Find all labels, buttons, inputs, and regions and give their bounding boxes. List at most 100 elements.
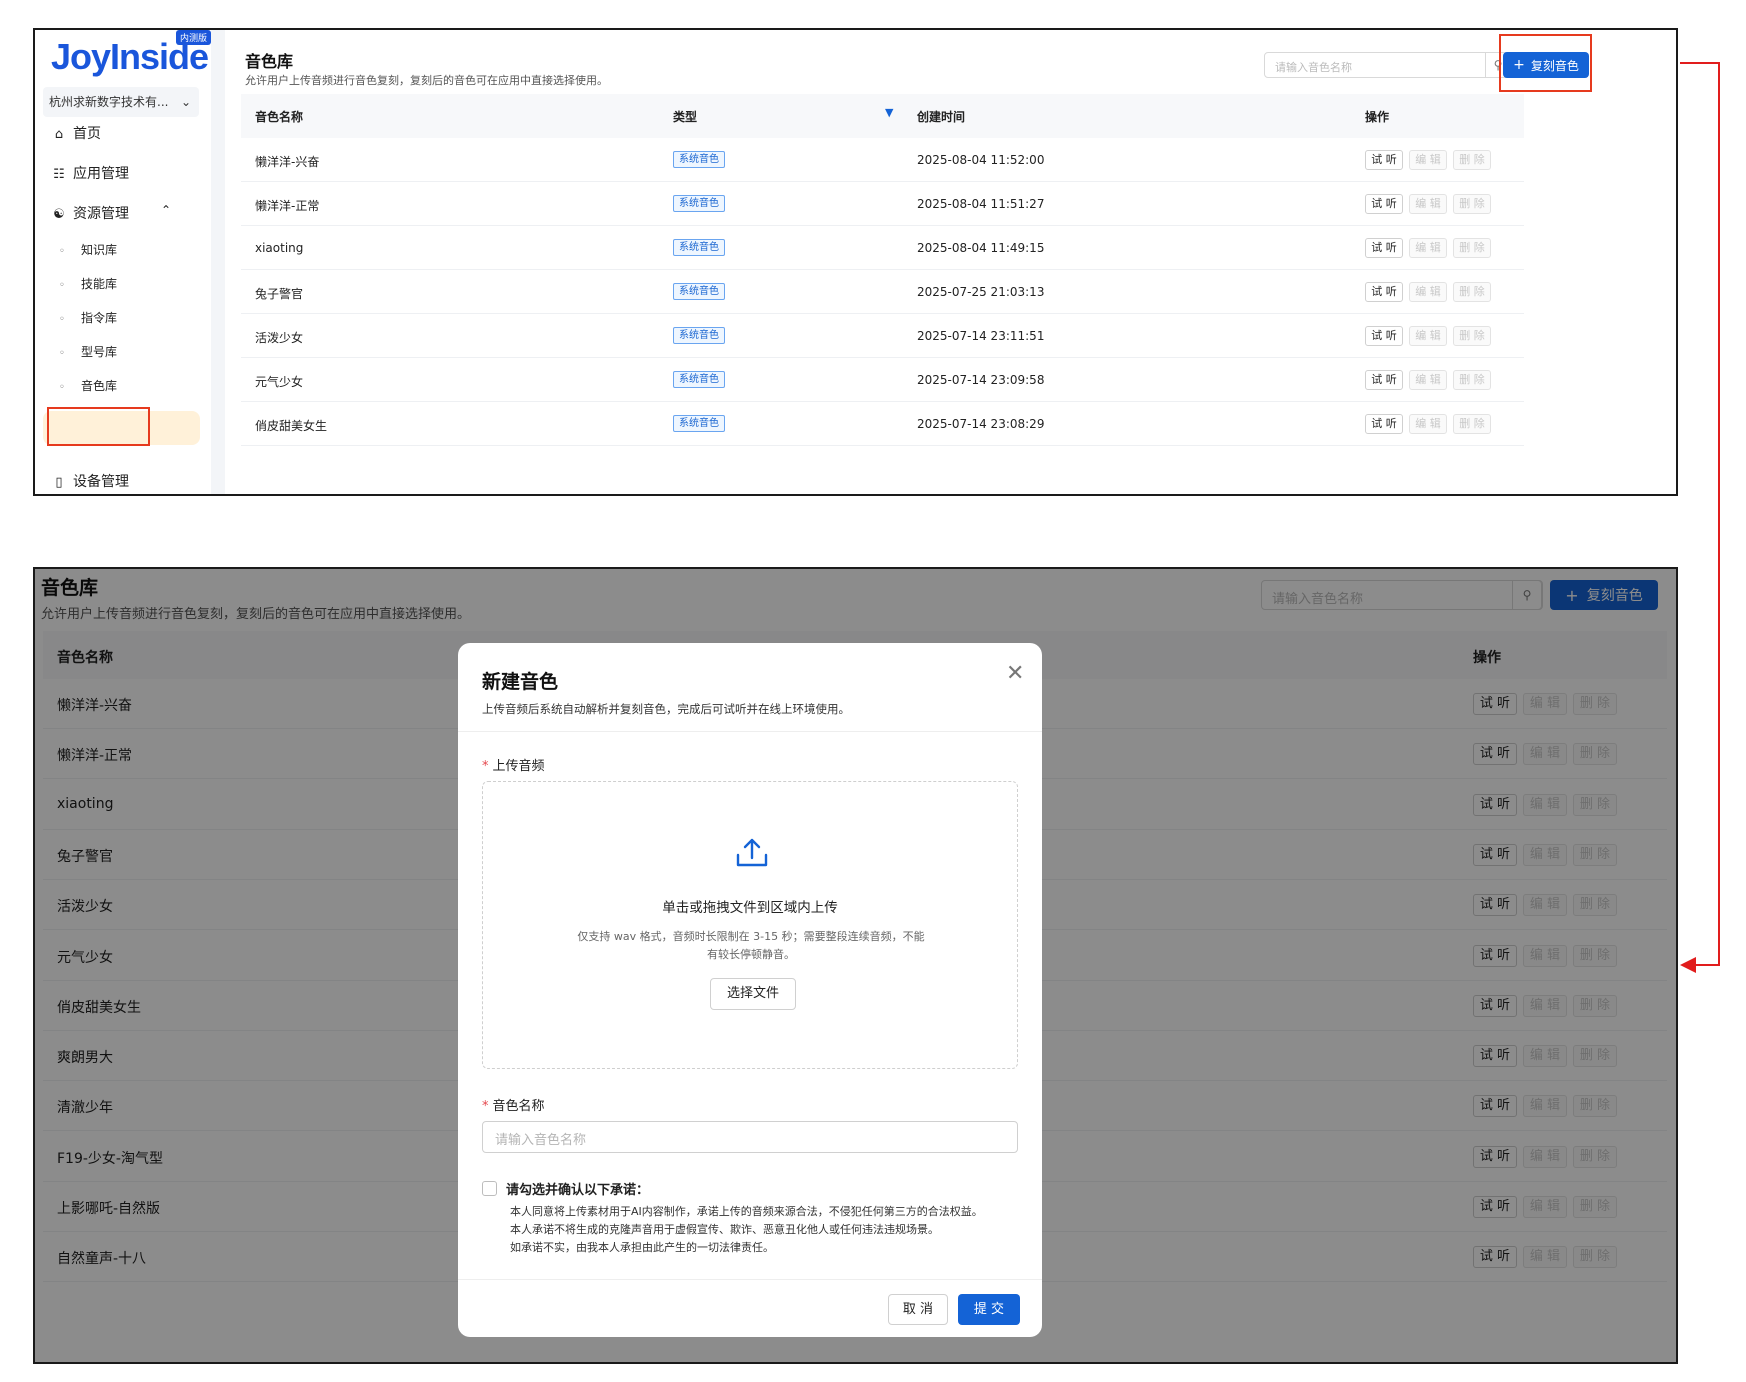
submit-button[interactable]: 提 交 <box>958 1294 1020 1325</box>
listen-button[interactable]: 试 听 <box>1365 194 1403 214</box>
col-created: 创建时间 <box>917 110 966 124</box>
table-row: 俏皮甜美女生 系统音色 2025-07-14 23:08:29 试 听 编 辑 … <box>241 402 1524 446</box>
edit-button[interactable]: 编 辑 <box>1409 326 1447 346</box>
highlight-box-voices <box>47 407 150 446</box>
close-icon[interactable]: ✕ <box>1006 661 1024 686</box>
delete-button[interactable]: 删 除 <box>1453 326 1491 346</box>
type-badge: 系统音色 <box>673 195 725 212</box>
delete-button[interactable]: 删 除 <box>1453 414 1491 434</box>
edit-button[interactable]: 编 辑 <box>1409 414 1447 434</box>
nav-resources-label: 资源管理 <box>73 206 129 222</box>
sidebar-item-commands[interactable]: ◦ 指令库 <box>59 309 117 326</box>
created-time: 2025-07-14 23:09:58 <box>917 373 1045 387</box>
sidebar-item-voices[interactable]: ◦ 音色库 <box>59 377 117 394</box>
arrow-head-icon <box>1680 957 1696 973</box>
voice-name: 俏皮甜美女生 <box>255 419 328 433</box>
listen-button[interactable]: 试 听 <box>1365 238 1403 258</box>
bullet-icon: ◦ <box>59 280 65 291</box>
voice-name: 元气少女 <box>255 375 304 389</box>
table-row: xiaoting 系统音色 2025-08-04 11:49:15 试 听 编 … <box>241 226 1524 270</box>
voice-name-field[interactable]: 请输入音色名称 <box>482 1121 1018 1153</box>
bullet-icon: ◦ <box>59 382 65 393</box>
table-header: 音色名称 类型 ▼ 创建时间 操作 <box>241 94 1524 138</box>
nav-apps-label: 应用管理 <box>73 166 129 182</box>
nav-home[interactable]: ⌂ 首页 <box>51 123 101 143</box>
sidebar-item-knowledge[interactable]: ◦ 知识库 <box>59 241 117 258</box>
table-row: 兔子警官 系统音色 2025-07-25 21:03:13 试 听 编 辑 删 … <box>241 270 1524 314</box>
created-time: 2025-07-25 21:03:13 <box>917 285 1045 299</box>
table-row: 懒洋洋-兴奋 系统音色 2025-08-04 11:52:00 试 听 编 辑 … <box>241 138 1524 182</box>
table-row: 活泼少女 系统音色 2025-07-14 23:11:51 试 听 编 辑 删 … <box>241 314 1524 358</box>
sidebar-item-label: 指令库 <box>81 311 118 325</box>
upload-icon <box>736 838 768 867</box>
search-box: 请输入音色名称 ⚲ <box>1264 52 1512 78</box>
sidebar-divider <box>211 30 225 494</box>
filter-icon[interactable]: ▼ <box>885 106 893 119</box>
upload-dropzone[interactable]: 单击或拖拽文件到区域内上传 仅支持 wav 格式，音频时长限制在 3-15 秒；… <box>482 781 1018 1069</box>
nav-apps[interactable]: ☷ 应用管理 <box>51 163 129 183</box>
sidebar-item-skills[interactable]: ◦ 技能库 <box>59 275 117 292</box>
search-input[interactable]: 请输入音色名称 <box>1275 59 1352 75</box>
resources-tree-icon: ☯ <box>53 207 65 222</box>
voice-name-label-text: 音色名称 <box>492 1099 545 1114</box>
col-actions: 操作 <box>1365 110 1390 124</box>
divider <box>458 731 1042 732</box>
cancel-button[interactable]: 取 消 <box>888 1294 948 1325</box>
voice-name: 懒洋洋-兴奋 <box>255 155 320 169</box>
bullet-icon: ◦ <box>59 246 65 257</box>
connector-line <box>1680 62 1720 64</box>
beta-badge: 内测版 <box>176 30 211 45</box>
chevron-up-icon: ⌃ <box>161 203 172 217</box>
org-selector[interactable]: 杭州求新数字技术有... ⌄ <box>43 87 199 117</box>
col-name: 音色名称 <box>255 110 304 124</box>
modal-title: 新建音色 <box>482 671 559 693</box>
delete-button[interactable]: 删 除 <box>1453 370 1491 390</box>
table-row: 元气少女 系统音色 2025-07-14 23:09:58 试 听 编 辑 删 … <box>241 358 1524 402</box>
type-badge: 系统音色 <box>673 415 725 432</box>
sidebar-item-models[interactable]: ◦ 型号库 <box>59 343 117 360</box>
created-time: 2025-08-04 11:52:00 <box>917 153 1045 167</box>
voice-name: xiaoting <box>255 241 304 255</box>
upload-label-text: 上传音频 <box>492 759 545 774</box>
listen-button[interactable]: 试 听 <box>1365 282 1403 302</box>
edit-button[interactable]: 编 辑 <box>1409 150 1447 170</box>
required-mark: * <box>482 1099 489 1114</box>
voice-name-placeholder: 请输入音色名称 <box>495 1133 587 1148</box>
edit-button[interactable]: 编 辑 <box>1409 238 1447 258</box>
delete-button[interactable]: 删 除 <box>1453 150 1491 170</box>
delete-button[interactable]: 删 除 <box>1453 238 1491 258</box>
choose-file-button[interactable]: 选择文件 <box>710 978 796 1010</box>
new-voice-modal: 新建音色 上传音频后系统自动解析并复刻音色，完成后可试听并在线上环境使用。 ✕ … <box>458 643 1042 1337</box>
listen-button[interactable]: 试 听 <box>1365 326 1403 346</box>
consent-title: 请勾选并确认以下承诺： <box>506 1183 650 1198</box>
sidebar-item-label: 型号库 <box>81 345 118 359</box>
edit-button[interactable]: 编 辑 <box>1409 194 1447 214</box>
listen-button[interactable]: 试 听 <box>1365 150 1403 170</box>
nav-resources[interactable]: ☯ 资源管理 ⌃ <box>51 203 171 223</box>
table-row: 懒洋洋-正常 系统音色 2025-08-04 11:51:27 试 听 编 辑 … <box>241 182 1524 226</box>
delete-button[interactable]: 删 除 <box>1453 194 1491 214</box>
dropzone-hint-line: 有较长停顿静音。 <box>707 948 795 961</box>
chevron-down-icon: ⌄ <box>180 95 191 109</box>
delete-button[interactable]: 删 除 <box>1453 282 1491 302</box>
voice-name: 懒洋洋-正常 <box>255 199 320 213</box>
type-badge: 系统音色 <box>673 151 725 168</box>
consent-checkbox[interactable] <box>482 1181 497 1196</box>
home-icon: ⌂ <box>54 127 64 142</box>
listen-button[interactable]: 试 听 <box>1365 414 1403 434</box>
edit-button[interactable]: 编 辑 <box>1409 370 1447 390</box>
created-time: 2025-08-04 11:51:27 <box>917 197 1045 211</box>
nav-devices[interactable]: ▯ 设备管理 <box>51 471 129 491</box>
connector-line <box>1695 964 1720 966</box>
created-time: 2025-07-14 23:08:29 <box>917 417 1045 431</box>
main-content: 音色库 允许用户上传音频进行音色复刻，复刻后的音色可在应用中直接选择使用。 请输… <box>225 30 1676 494</box>
device-icon: ▯ <box>55 475 63 490</box>
created-time: 2025-07-14 23:11:51 <box>917 329 1045 343</box>
org-name: 杭州求新数字技术有... <box>49 95 169 109</box>
sidebar: JoyInside 内测版 杭州求新数字技术有... ⌄ ⌂ 首页 ☷ 应用管理 ☯… <box>35 30 211 494</box>
listen-button[interactable]: 试 听 <box>1365 370 1403 390</box>
page-title: 音色库 <box>245 52 294 71</box>
type-badge: 系统音色 <box>673 371 725 388</box>
type-badge: 系统音色 <box>673 327 725 344</box>
edit-button[interactable]: 编 辑 <box>1409 282 1447 302</box>
